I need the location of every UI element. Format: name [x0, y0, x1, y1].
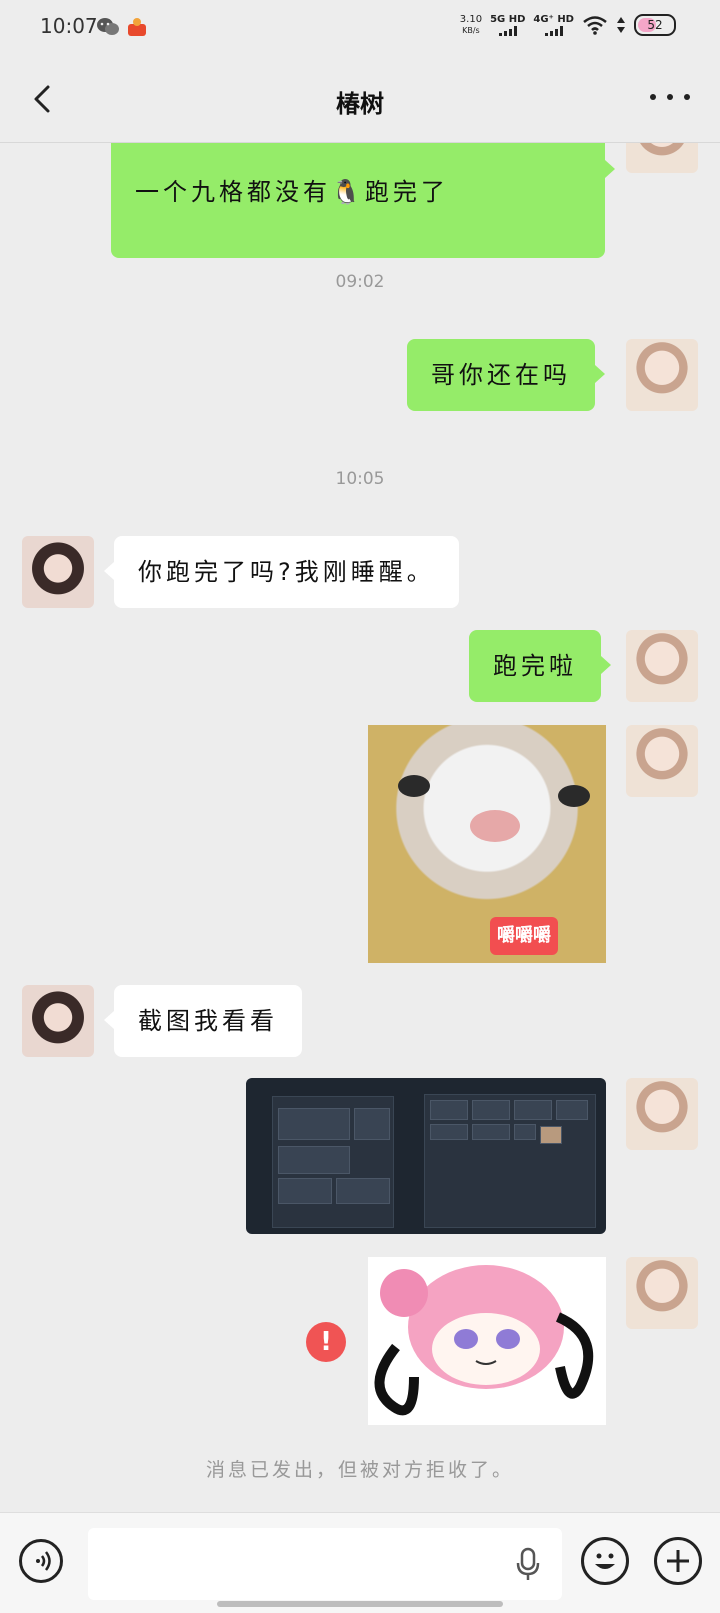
message-bubble-outgoing[interactable]: 哥你还在吗 [407, 339, 605, 411]
system-note: 消息已发出，但被对方拒收了。 [205, 1459, 514, 1481]
signal-icon [498, 26, 517, 36]
app-notification-icon [128, 18, 146, 36]
wechat-icon [97, 18, 119, 35]
avatar-self[interactable] [626, 339, 698, 411]
game-inventory-cell [430, 1100, 468, 1120]
message-text: 哥你还在吗 [431, 361, 571, 389]
game-weapon-slot [278, 1146, 350, 1174]
game-inventory-cell [472, 1124, 510, 1140]
avatar-self[interactable] [626, 1257, 698, 1329]
more-icon-dot [650, 94, 656, 100]
message-text: 你跑完了吗?我刚睡醒。 [138, 558, 435, 586]
cat-sticker[interactable]: 嚼嚼嚼 [368, 725, 606, 963]
message-text: 一个九格都没有🐧跑完了 [135, 178, 449, 206]
game-weapon-slot [336, 1178, 390, 1204]
game-inventory-cell [514, 1100, 552, 1120]
message-bubble-incoming[interactable]: 你跑完了吗?我刚睡醒。 [104, 536, 459, 608]
game-inventory-cell [472, 1100, 510, 1120]
sim1-status: 5G HD [490, 14, 525, 36]
game-inventory-cell [540, 1126, 562, 1144]
cat-eye [558, 785, 590, 807]
send-failed-icon[interactable]: ! [306, 1322, 346, 1362]
sim2-label: 4G⁺ HD [533, 14, 574, 25]
message-input[interactable] [88, 1528, 562, 1600]
anime-girl-drawing [374, 1265, 594, 1416]
chat-header: 椿树 [0, 56, 720, 143]
avatar-self[interactable] [626, 630, 698, 702]
message-text: 截图我看看 [138, 1007, 278, 1035]
sticker-caption: 嚼嚼嚼 [490, 917, 558, 955]
sim1-label: 5G HD [490, 14, 526, 25]
plus-icon [667, 1550, 689, 1572]
more-button[interactable] [650, 82, 690, 112]
anime-girl-sticker[interactable] [368, 1257, 606, 1425]
game-inventory-cell [556, 1100, 588, 1120]
timestamp: 09:02 [335, 272, 385, 292]
net-speed-value: 3.10 [459, 14, 483, 25]
game-weapon-slot [354, 1108, 390, 1140]
chat-title: 椿树 [336, 90, 384, 118]
avatar-contact[interactable] [22, 985, 94, 1057]
net-speed-unit: KB/s [462, 26, 480, 35]
game-weapon-slot [278, 1178, 332, 1204]
game-weapon-slot [278, 1108, 350, 1140]
battery-icon: 52 [634, 14, 676, 36]
wifi-icon [583, 16, 607, 35]
message-text: 跑完啦 [493, 652, 577, 680]
message-bubble-incoming[interactable]: 截图我看看 [104, 985, 302, 1057]
signal-icon [544, 26, 563, 36]
more-icon-dot [684, 94, 690, 100]
game-inventory-cell [430, 1124, 468, 1140]
voice-mode-button[interactable] [19, 1539, 63, 1583]
more-icon-dot [667, 94, 673, 100]
avatar-self[interactable] [626, 725, 698, 797]
game-screenshot-image[interactable] [246, 1078, 606, 1234]
voice-icon [36, 1551, 51, 1571]
avatar-contact[interactable] [22, 536, 94, 608]
game-inventory-cell [514, 1124, 536, 1140]
home-indicator[interactable] [217, 1601, 503, 1607]
cat-eye [398, 775, 430, 797]
emoji-icon [595, 1553, 615, 1569]
battery-level: 52 [647, 18, 663, 32]
net-speed: 3.10 KB/s [460, 14, 482, 36]
message-bubble-outgoing[interactable]: 跑完啦 [469, 630, 611, 702]
status-bar: 10:07 3.10 KB/s 5G HD 4G⁺ HD 52 [0, 0, 720, 56]
data-arrows-icon [617, 17, 625, 33]
message-bubble-outgoing[interactable]: 一个九格都没有🐧跑完了 [111, 134, 615, 258]
more-actions-button[interactable] [654, 1537, 702, 1585]
emoji-button[interactable] [581, 1537, 629, 1585]
microphone-icon[interactable] [515, 1547, 541, 1581]
cat-nose [470, 810, 520, 842]
input-bar [0, 1512, 720, 1613]
avatar-self[interactable] [626, 1078, 698, 1150]
timestamp: 10:05 [335, 469, 385, 489]
status-time: 10:07 [40, 14, 98, 38]
sim2-status: 4G⁺ HD [533, 14, 574, 36]
